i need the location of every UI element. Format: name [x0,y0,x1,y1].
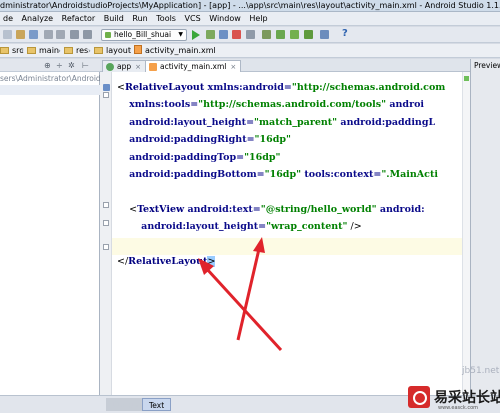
project-root-path[interactable]: sers\Administrator\Androids [0,72,100,85]
help-icon[interactable]: ? [342,28,348,39]
tab-text[interactable]: Text [142,398,172,411]
project-tree-selection[interactable] [0,85,100,95]
left-bottom-strip [0,395,100,413]
menu-item-vcs[interactable]: VCS [182,12,204,26]
fold-marker-icon[interactable] [103,220,109,226]
settings-icon[interactable]: ✲ [68,61,75,70]
breadcrumb-main[interactable]: main [27,44,59,58]
watermark-faint-text: jb51.net [462,366,500,376]
breadcrumb-layout[interactable]: layout [94,44,131,58]
menu-item-help[interactable]: Help [246,12,270,26]
title-bar: dministrator\AndroidstudioProjects\MyApp… [0,0,500,12]
gear-icon[interactable]: ⊕ [44,61,51,70]
separator-icon: › [88,47,91,55]
editor-gutter [100,72,112,395]
preview-label: Preview [474,61,500,70]
navigation-bar: src › main › res › layout › activity_mai… [0,44,500,58]
device-monitor-icon[interactable] [304,30,313,39]
fold-marker-icon[interactable] [103,202,109,208]
menu-item-build[interactable]: Build [101,12,127,26]
tab-design[interactable]: Design [106,398,144,411]
layout-icon [103,84,110,91]
menu-bar: de Analyze Refactor Build Run Tools VCS … [0,12,500,26]
xml-code[interactable]: <RelativeLayout xmlns:android="http://sc… [117,79,445,270]
gradle-sync-icon[interactable] [320,30,329,39]
run-icon[interactable] [192,30,200,40]
watermark-brand: 易采站长站 [434,390,500,406]
project-panel-header: ⊕ ÷ ✲ ⊢ [0,59,100,72]
debug-icon[interactable] [206,30,215,39]
line-5: android:paddingTop="16dp" [129,151,281,163]
fold-marker-icon[interactable] [103,92,109,98]
chevron-down-icon: ▼ [178,31,183,38]
watermark: 易采站长站 www.easck.com [400,384,500,413]
window-title: dministrator\AndroidstudioProjects\MyApp… [0,1,500,10]
folder-icon [0,47,9,54]
error-stripe [462,72,470,395]
line-2: xmlns:tools="http://schemas.android.com/… [129,99,425,111]
line-1: <RelativeLayout xmlns:android="http://sc… [117,82,446,93]
line-9: android:layout_height="wrap_content" /> [141,221,362,233]
menu-item-file[interactable]: de [0,12,16,26]
line-11: </RelativeLayout> [117,256,216,268]
attach-debugger-icon[interactable] [219,30,228,39]
line-4: android:paddingRight="16dp" [129,134,291,146]
folder-icon [94,47,103,54]
brand-logo-icon [408,386,430,408]
main-toolbar: hello_Bill_shuai ▼ ? [0,27,500,43]
sync-icon[interactable] [3,30,12,39]
tab-app[interactable]: app × [102,60,146,72]
breadcrumb-res[interactable]: res [64,44,88,58]
tab-activity-main[interactable]: activity_main.xml × [145,60,242,72]
save-icon[interactable] [16,30,25,39]
editor-tabs: app × activity_main.xml × [100,59,470,72]
sdk-manager-icon[interactable] [262,30,271,39]
line-3: android:layout_height="match_parent" and… [129,116,436,128]
code-editor[interactable]: <RelativeLayout xmlns:android="http://sc… [100,72,470,395]
undo-icon[interactable] [44,30,53,39]
refresh-icon[interactable] [29,30,38,39]
android-icon[interactable] [290,30,299,39]
preview-panel[interactable]: Preview [470,59,500,395]
menu-item-refactor[interactable]: Refactor [59,12,99,26]
menu-item-run[interactable]: Run [129,12,150,26]
xml-file-icon [134,45,142,54]
separator-icon: › [58,47,61,55]
collapse-icon[interactable]: ÷ [56,61,63,70]
separator-icon: › [21,47,24,55]
line-6: android:paddingBottom="16dp" tools:conte… [129,169,438,181]
cut-icon[interactable] [70,30,79,39]
breadcrumb-file[interactable]: activity_main.xml [134,44,216,58]
close-icon[interactable]: × [135,63,141,71]
close-icon[interactable]: × [230,63,236,71]
xml-file-icon [149,63,157,71]
menu-item-tools[interactable]: Tools [153,12,179,26]
redo-icon[interactable] [56,30,65,39]
module-icon [106,63,114,71]
watermark-url: www.easck.com [438,405,479,411]
stop-icon[interactable] [232,30,241,39]
project-structure-icon[interactable] [246,30,255,39]
folder-icon [64,47,73,54]
run-configuration-select[interactable]: hello_Bill_shuai ▼ [101,29,187,41]
find-icon[interactable] [83,30,92,39]
separator-icon: › [128,47,131,55]
line-8: <TextView android:text="@string/hello_wo… [129,203,425,215]
project-panel: sers\Administrator\Androids [0,72,100,395]
inspection-status-icon [464,76,469,81]
avd-manager-icon[interactable] [276,30,285,39]
run-configuration-label: hello_Bill_shuai [114,30,172,39]
menu-item-window[interactable]: Window [206,12,244,26]
folder-icon [27,47,36,54]
menu-item-analyze[interactable]: Analyze [19,12,57,26]
fold-marker-icon[interactable] [103,244,109,250]
hide-panel-icon[interactable]: ⊢ [82,61,89,70]
